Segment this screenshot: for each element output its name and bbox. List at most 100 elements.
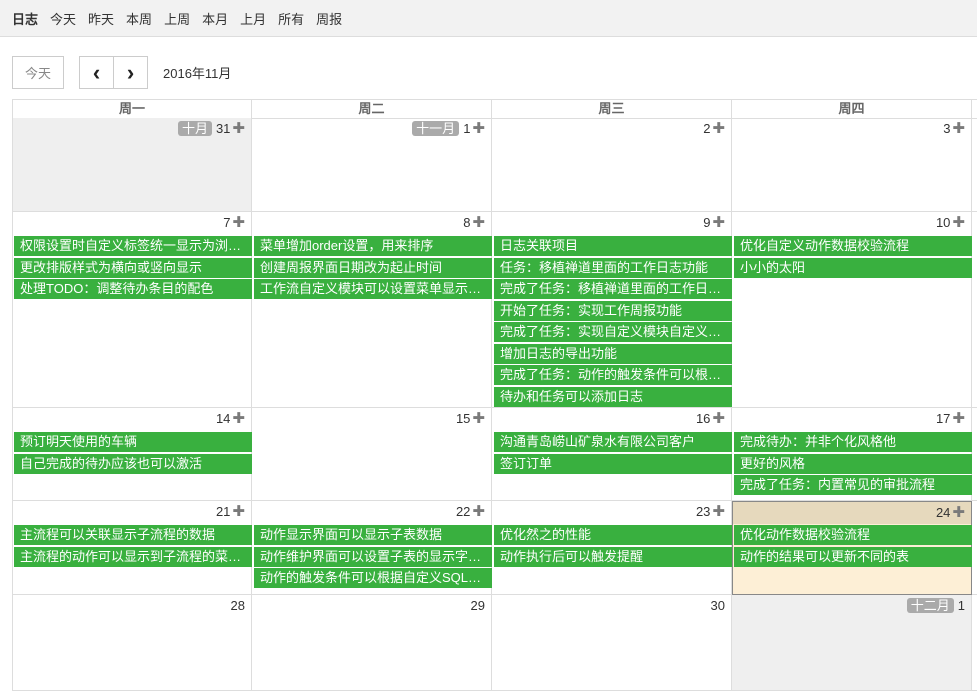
calendar-event[interactable]: 创建周报界面日期改为起止时间: [254, 257, 492, 278]
day-header: 十月 31 ✚: [13, 118, 251, 140]
day-header: 14 ✚: [13, 408, 251, 430]
calendar-event[interactable]: 自己完成的待办应该也可以激活: [14, 453, 252, 474]
calendar-event[interactable]: 动作执行后可以触发提醒: [494, 546, 732, 567]
calendar-event[interactable]: 沟通青岛崂山矿泉水有限公司客户: [494, 432, 732, 452]
nav-item[interactable]: 周报: [316, 9, 342, 28]
add-event-icon[interactable]: ✚: [952, 504, 965, 521]
nav-item[interactable]: 本周: [126, 9, 152, 28]
add-event-icon[interactable]: ✚: [952, 214, 965, 231]
calendar-event[interactable]: 优化自定义动作数据校验流程: [734, 236, 972, 256]
nav-item[interactable]: 上月: [240, 9, 266, 28]
add-event-icon[interactable]: ✚: [472, 214, 485, 231]
day-number: 1: [463, 121, 471, 136]
calendar-title: 2016年11月: [163, 66, 232, 81]
day-header: 9 ✚: [492, 212, 731, 234]
calendar-event[interactable]: 增加日志的导出功能: [494, 343, 732, 364]
day-number: 22: [455, 504, 471, 519]
weekday-header: 周三: [492, 99, 732, 119]
day-cell[interactable]: [972, 118, 977, 212]
nav-item[interactable]: 所有: [278, 9, 304, 28]
day-header: [972, 118, 977, 140]
day-header: 28: [13, 595, 251, 617]
add-event-icon[interactable]: ✚: [472, 410, 485, 427]
day-cell[interactable]: 15 ✚: [252, 408, 492, 501]
add-event-icon[interactable]: ✚: [232, 214, 245, 231]
nav-item[interactable]: 日志: [12, 9, 38, 28]
day-cell[interactable]: 十月 31 ✚: [12, 118, 252, 212]
nav-item[interactable]: 本月: [202, 9, 228, 28]
day-header: 17 ✚: [732, 408, 971, 430]
add-event-icon[interactable]: ✚: [472, 120, 485, 137]
day-header: [972, 212, 977, 234]
add-event-icon[interactable]: ✚: [952, 120, 965, 137]
add-event-icon[interactable]: ✚: [232, 410, 245, 427]
day-cell[interactable]: 十二月 1: [732, 595, 972, 691]
day-number: 15: [455, 411, 471, 426]
day-header: 十二月 1: [732, 595, 971, 617]
calendar-event[interactable]: 优化然之的性能: [494, 525, 732, 545]
day-number: 8: [463, 215, 471, 230]
calendar-event[interactable]: 完成了任务：实现自定义模块自定义…: [494, 322, 732, 342]
month-badge: 十二月: [906, 598, 954, 613]
nav-item[interactable]: 上周: [164, 9, 190, 28]
calendar-event[interactable]: 日志关联项目: [494, 236, 732, 256]
day-header: 24 ✚: [733, 502, 971, 524]
calendar-event[interactable]: 更好的风格: [734, 453, 972, 474]
day-number: 2: [703, 121, 711, 136]
calendar-event[interactable]: 预订明天使用的车辆: [14, 432, 252, 452]
calendar-event[interactable]: 权限设置时自定义标签统一显示为浏…: [14, 236, 252, 256]
calendar-event[interactable]: 动作维护界面可以设置子表的显示字…: [254, 546, 492, 567]
day-cell[interactable]: 30: [492, 595, 732, 691]
add-event-icon[interactable]: ✚: [712, 120, 725, 137]
nav-item[interactable]: 今天: [50, 9, 76, 28]
day-cell[interactable]: [972, 595, 977, 691]
add-event-icon[interactable]: ✚: [472, 503, 485, 520]
day-number: 30: [710, 598, 725, 613]
add-event-icon[interactable]: ✚: [712, 214, 725, 231]
month-badge: 十一月: [412, 121, 460, 136]
day-number: 16: [695, 411, 711, 426]
calendar-event[interactable]: 待办和任务可以添加日志: [494, 386, 732, 407]
calendar-event[interactable]: 动作的结果可以更新不同的表: [734, 546, 972, 567]
day-cell[interactable]: 十一月 1 ✚: [252, 118, 492, 212]
calendar-event[interactable]: 动作显示界面可以显示子表数据: [254, 525, 492, 545]
calendar-event[interactable]: 工作流自定义模块可以设置菜单显示…: [254, 279, 492, 299]
day-number: 10: [935, 215, 951, 230]
day-cell[interactable]: 3 ✚: [732, 118, 972, 212]
calendar-event[interactable]: 菜单增加order设置，用来排序: [254, 236, 492, 256]
day-number: 24: [935, 505, 951, 520]
top-nav: 日志 今天 昨天 本周 上周 本月 上月 所有 周报: [0, 0, 977, 37]
prev-month-button[interactable]: ‹: [79, 56, 114, 89]
calendar-event[interactable]: 完成了任务：内置常见的审批流程: [734, 475, 972, 495]
calendar-event[interactable]: 签订订单: [494, 453, 732, 474]
day-cell[interactable]: [972, 212, 977, 408]
add-event-icon[interactable]: ✚: [952, 410, 965, 427]
today-button[interactable]: 今天: [12, 56, 64, 89]
add-event-icon[interactable]: ✚: [712, 503, 725, 520]
calendar-event[interactable]: 处理TODO：调整待办条目的配色: [14, 279, 252, 299]
day-header: 30: [492, 595, 731, 617]
weekday-header: [972, 99, 977, 119]
add-event-icon[interactable]: ✚: [232, 120, 245, 137]
calendar-event[interactable]: 任务：移植禅道里面的工作日志功能: [494, 257, 732, 278]
calendar-event[interactable]: 小小的太阳: [734, 257, 972, 278]
nav-item[interactable]: 昨天: [88, 9, 114, 28]
day-cell[interactable]: 2 ✚: [492, 118, 732, 212]
calendar-event[interactable]: 主流程可以关联显示子流程的数据: [14, 525, 252, 545]
calendar-event[interactable]: 更改排版样式为横向或竖向显示: [14, 257, 252, 278]
calendar-event[interactable]: 主流程的动作可以显示到子流程的菜…: [14, 546, 252, 567]
day-cell[interactable]: [972, 408, 977, 501]
day-cell[interactable]: 29: [252, 595, 492, 691]
next-month-button[interactable]: ›: [113, 56, 148, 89]
day-cell[interactable]: [972, 501, 977, 595]
calendar-event[interactable]: 开始了任务：实现工作周报功能: [494, 300, 732, 321]
calendar-event[interactable]: 完成了任务：动作的触发条件可以根…: [494, 365, 732, 385]
calendar-event[interactable]: 完成待办：并非个化风格他: [734, 432, 972, 452]
calendar-event[interactable]: 优化动作数据校验流程: [734, 525, 972, 545]
add-event-icon[interactable]: ✚: [712, 410, 725, 427]
add-event-icon[interactable]: ✚: [232, 503, 245, 520]
calendar-event[interactable]: 完成了任务：移植禅道里面的工作日…: [494, 279, 732, 299]
calendar-event[interactable]: 动作的触发条件可以根据自定义SQL…: [254, 568, 492, 588]
day-cell[interactable]: 28: [12, 595, 252, 691]
weekday-header: 周二: [252, 99, 492, 119]
